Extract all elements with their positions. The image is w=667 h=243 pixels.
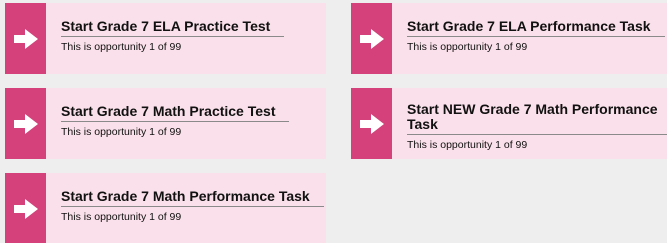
card-title: Start NEW Grade 7 Math Performance Task <box>407 102 667 135</box>
card-title: Start Grade 7 Math Practice Test <box>61 104 290 122</box>
card-title: Start Grade 7 Math Performance Task <box>61 189 324 207</box>
card-title: Start Grade 7 ELA Performance Task <box>407 19 665 37</box>
card-body: Start Grade 7 Math Practice Test This is… <box>46 88 326 159</box>
arrow-right-icon[interactable] <box>5 173 46 243</box>
card-subtitle: This is opportunity 1 of 99 <box>61 126 182 138</box>
card-body: Start NEW Grade 7 Math Performance Task … <box>392 88 667 159</box>
start-math-practice-test-button[interactable]: Start Grade 7 Math Practice Test This is… <box>5 88 326 159</box>
card-subtitle: This is opportunity 1 of 99 <box>407 139 528 151</box>
test-selection-grid: Start Grade 7 ELA Practice Test This is … <box>0 0 667 243</box>
start-ela-practice-test-button[interactable]: Start Grade 7 ELA Practice Test This is … <box>5 3 326 74</box>
card-subtitle: This is opportunity 1 of 99 <box>61 211 182 223</box>
card-body: Start Grade 7 Math Performance Task This… <box>46 173 326 243</box>
card-body: Start Grade 7 ELA Performance Task This … <box>392 3 667 74</box>
card-body: Start Grade 7 ELA Practice Test This is … <box>46 3 326 74</box>
start-new-math-performance-task-button[interactable]: Start NEW Grade 7 Math Performance Task … <box>351 88 667 159</box>
card-title: Start Grade 7 ELA Practice Test <box>61 19 285 37</box>
arrow-right-icon[interactable] <box>5 3 46 74</box>
arrow-right-icon[interactable] <box>5 88 46 159</box>
card-subtitle: This is opportunity 1 of 99 <box>407 41 528 53</box>
start-ela-performance-task-button[interactable]: Start Grade 7 ELA Performance Task This … <box>351 3 667 74</box>
arrow-right-icon[interactable] <box>351 3 392 74</box>
arrow-right-icon[interactable] <box>351 88 392 159</box>
card-subtitle: This is opportunity 1 of 99 <box>61 41 182 53</box>
start-math-performance-task-button[interactable]: Start Grade 7 Math Performance Task This… <box>5 173 326 243</box>
